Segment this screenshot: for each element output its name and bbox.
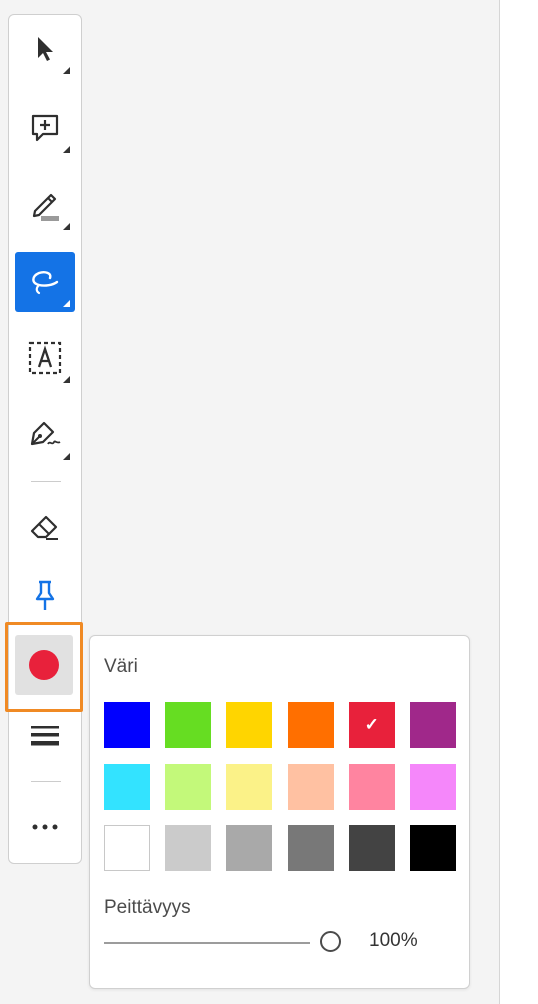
eraser-icon	[30, 515, 58, 540]
color-title: Väri	[104, 656, 138, 677]
color-tool-indicator	[15, 635, 73, 695]
color-swatch[interactable]	[410, 825, 456, 871]
color-tool-button[interactable]	[5, 622, 83, 712]
line-width-icon	[31, 726, 59, 746]
color-swatch[interactable]	[104, 825, 150, 871]
freehand-draw-button[interactable]	[15, 252, 75, 312]
text-box-button[interactable]	[15, 328, 75, 388]
signature-button[interactable]	[15, 405, 75, 465]
color-swatch[interactable]	[165, 763, 212, 810]
pin-button[interactable]	[15, 566, 75, 626]
opacity-value: 100%	[369, 930, 418, 951]
checkmark-icon: ✓	[364, 715, 379, 734]
color-swatch[interactable]	[287, 763, 334, 810]
color-swatch[interactable]	[348, 763, 395, 810]
lasso-loop-icon	[32, 271, 59, 295]
color-swatch[interactable]	[104, 702, 150, 748]
ellipsis-icon	[32, 824, 58, 830]
toolbar-divider	[31, 781, 61, 782]
color-swatch[interactable]	[165, 702, 212, 748]
color-swatch[interactable]	[165, 825, 212, 871]
color-popover: Väri ✓ Peittävyys 100%	[89, 635, 470, 989]
toolbar-divider	[31, 481, 61, 482]
color-swatch[interactable]	[287, 702, 334, 748]
annotation-toolbar	[5, 14, 83, 864]
opacity-slider-thumb[interactable]	[320, 931, 341, 952]
opacity-slider-track[interactable]	[104, 942, 310, 944]
color-swatch[interactable]: ✓	[348, 702, 395, 748]
line-width-button[interactable]	[15, 705, 75, 765]
color-swatch[interactable]	[287, 825, 334, 871]
highlight-button[interactable]	[15, 175, 75, 235]
more-tools-button[interactable]	[15, 797, 75, 857]
pen-sign-icon	[30, 421, 61, 446]
color-swatch[interactable]	[226, 763, 273, 810]
color-swatch[interactable]	[226, 702, 273, 748]
color-swatch[interactable]	[410, 763, 456, 810]
comment-plus-icon	[31, 114, 59, 142]
eraser-button[interactable]	[15, 498, 75, 558]
color-swatch[interactable]	[104, 763, 150, 810]
add-comment-button[interactable]	[15, 98, 75, 158]
color-dot-icon	[29, 650, 59, 680]
opacity-label: Peittävyys	[104, 897, 191, 918]
color-swatch[interactable]	[226, 825, 273, 871]
document-panel	[499, 0, 538, 1004]
arrow-pointer-icon	[38, 37, 53, 61]
color-swatch[interactable]	[348, 825, 395, 871]
text-box-icon	[28, 341, 62, 375]
select-tool-button[interactable]	[15, 19, 75, 79]
pin-icon	[35, 580, 55, 610]
color-swatch[interactable]	[410, 702, 456, 748]
highlighter-icon	[32, 193, 59, 221]
